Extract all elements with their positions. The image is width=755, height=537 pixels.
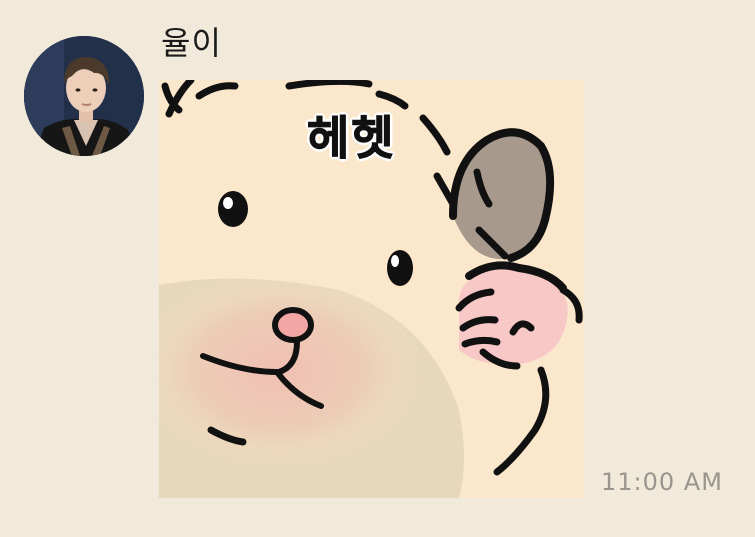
sticker-caption: 헤헷 xyxy=(307,111,396,166)
sender-avatar[interactable] xyxy=(24,36,144,156)
sender-name: 율이 xyxy=(161,24,222,62)
profile-photo-icon xyxy=(24,36,144,156)
hamster-sticker[interactable]: 헤헷 xyxy=(159,80,584,498)
message-timestamp: 11:00 AM xyxy=(601,468,723,496)
